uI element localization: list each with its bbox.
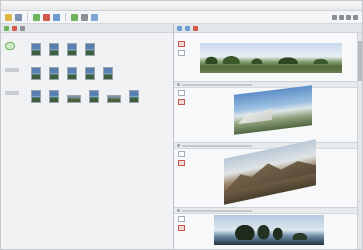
right-pane-header: [174, 24, 362, 33]
image-thumbnail[interactable]: [103, 67, 113, 80]
image-thumbnail[interactable]: [67, 95, 81, 103]
close-icon[interactable]: [346, 14, 351, 20]
panel-controls: [178, 151, 185, 166]
panorama-panel[interactable]: [174, 139, 362, 208]
toolbar-separator: [65, 13, 66, 21]
zoom-out-icon[interactable]: [185, 25, 190, 31]
delete-icon[interactable]: [178, 160, 185, 166]
edit-icon[interactable]: [178, 216, 185, 222]
panel-header: [174, 143, 362, 149]
panel-controls: [178, 216, 185, 231]
image-thumbnail[interactable]: [31, 43, 41, 56]
panorama-image[interactable]: [214, 215, 324, 245]
toolbar-separator: [27, 13, 28, 21]
panel-title-placeholder: [182, 209, 252, 212]
panel-controls: [178, 41, 185, 56]
image-thumbnail[interactable]: [85, 43, 95, 56]
panel-header: [174, 208, 362, 214]
panorama-image[interactable]: [224, 139, 316, 205]
panel-status-icon: [177, 209, 180, 212]
left-pane-header: [1, 24, 173, 33]
image-thumbnail[interactable]: [67, 67, 77, 80]
image-thumbnail[interactable]: [129, 90, 139, 103]
edit-icon[interactable]: [178, 151, 185, 157]
image-thumbnail[interactable]: [89, 90, 99, 103]
image-thumbnail[interactable]: [49, 43, 59, 56]
panel-status-icon: [177, 144, 180, 147]
image-thumbnail[interactable]: [31, 90, 41, 103]
vertical-scrollbar[interactable]: [357, 33, 362, 249]
image-thumbnail[interactable]: [31, 67, 41, 80]
delete-icon[interactable]: [178, 225, 185, 231]
image-thumbnail[interactable]: [67, 43, 77, 56]
panorama-preview-pane: [174, 24, 362, 249]
delete-icon[interactable]: [178, 99, 185, 105]
close-icon[interactable]: [193, 25, 198, 31]
image-thumbnail[interactable]: [49, 67, 59, 80]
stop-icon[interactable]: [43, 13, 50, 21]
panorama-image[interactable]: [234, 85, 312, 135]
panel-title-placeholder: [182, 83, 252, 86]
play-icon[interactable]: [71, 13, 78, 21]
edit-icon[interactable]: [178, 90, 185, 96]
panel-status-icon: [177, 83, 180, 86]
panorama-panel[interactable]: [174, 208, 362, 249]
maximize-icon[interactable]: [339, 14, 344, 20]
toolbar: [1, 11, 362, 24]
title-bar: [1, 1, 362, 11]
list-item[interactable]: [5, 36, 169, 56]
group-label: [5, 91, 19, 95]
delete-icon[interactable]: [178, 41, 185, 47]
main-area: [1, 24, 362, 249]
folder-icon[interactable]: [5, 13, 12, 21]
panorama-image[interactable]: [200, 43, 342, 73]
export-icon[interactable]: [91, 13, 98, 21]
panorama-panel[interactable]: [174, 33, 362, 82]
refresh-icon[interactable]: [33, 13, 40, 21]
panorama-panel[interactable]: [174, 82, 362, 143]
panel-controls: [178, 90, 185, 105]
application-window: [0, 0, 363, 250]
image-groups-pane: [1, 24, 174, 249]
image-group-list: [1, 33, 173, 249]
group-label: [5, 68, 19, 72]
image-thumbnail[interactable]: [85, 67, 95, 80]
remove-icon[interactable]: [12, 25, 17, 31]
image-thumbnail[interactable]: [49, 90, 59, 103]
edit-icon[interactable]: [178, 50, 185, 56]
save-icon[interactable]: [15, 13, 22, 21]
settings-icon[interactable]: [81, 13, 88, 21]
list-item[interactable]: [5, 60, 169, 80]
help-icon[interactable]: [353, 14, 358, 20]
grid-icon[interactable]: [20, 25, 25, 31]
zoom-in-icon[interactable]: [177, 25, 182, 31]
panel-header: [174, 82, 362, 88]
minimize-icon[interactable]: [332, 14, 337, 20]
scrollbar-thumb[interactable]: [358, 41, 362, 81]
group-status-icon: [5, 42, 15, 50]
image-thumbnail[interactable]: [107, 95, 121, 103]
window-controls: [332, 14, 358, 20]
panel-title-placeholder: [182, 144, 252, 147]
add-icon[interactable]: [4, 25, 9, 31]
image-icon[interactable]: [53, 13, 60, 21]
list-item[interactable]: [5, 83, 169, 103]
